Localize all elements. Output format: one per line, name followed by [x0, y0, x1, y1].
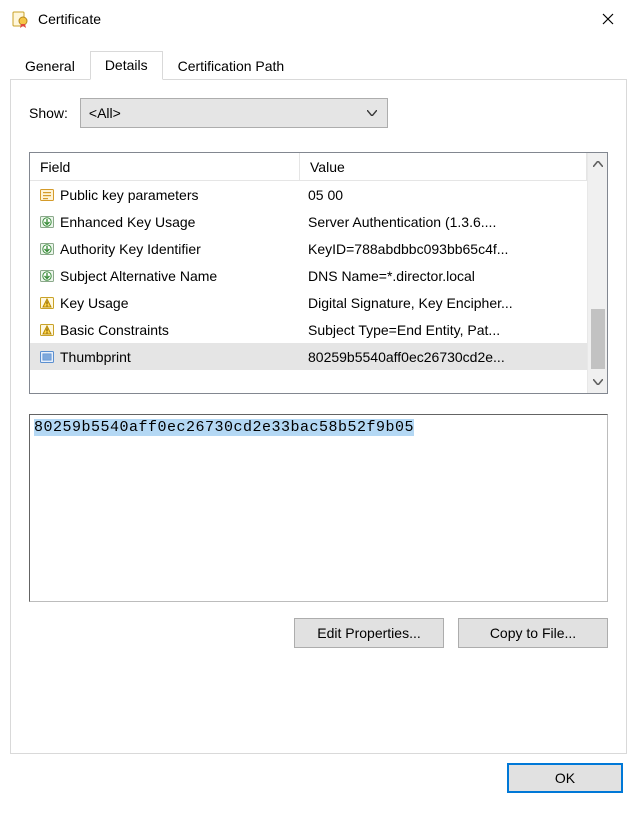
field-value: Digital Signature, Key Encipher... [308, 295, 513, 311]
thumbprint-icon [38, 348, 56, 366]
field-label: Enhanced Key Usage [60, 214, 195, 230]
list-header: Field Value [30, 153, 587, 181]
tab-certification-path[interactable]: Certification Path [163, 52, 300, 80]
edit-properties-button[interactable]: Edit Properties... [294, 618, 444, 648]
field-label: Authority Key Identifier [60, 241, 201, 257]
list-row[interactable]: Key Usage Digital Signature, Key Enciphe… [30, 289, 587, 316]
ext-warn-icon [38, 294, 56, 312]
button-label: OK [555, 770, 575, 786]
ext-arrow-icon [38, 240, 56, 258]
field-value: 80259b5540aff0ec26730cd2e... [308, 349, 505, 365]
list-rows: Public key parameters 05 00 Enhanced Key… [30, 181, 587, 393]
titlebar: Certificate [0, 0, 637, 38]
field-label: Key Usage [60, 295, 128, 311]
button-label: Edit Properties... [317, 625, 421, 641]
window-title: Certificate [38, 11, 585, 27]
list-row[interactable]: Authority Key Identifier KeyID=788abdbbc… [30, 235, 587, 262]
show-select[interactable]: <All> [80, 98, 388, 128]
ok-button[interactable]: OK [507, 763, 623, 793]
show-filter-row: Show: <All> [29, 98, 608, 128]
list-row[interactable]: Basic Constraints Subject Type=End Entit… [30, 316, 587, 343]
tab-label: Details [105, 57, 148, 73]
ext-arrow-icon [38, 213, 56, 231]
header-value[interactable]: Value [300, 153, 587, 181]
scroll-down-icon[interactable] [588, 371, 608, 393]
detail-value-box[interactable]: 80259b5540aff0ec26730cd2e33bac58b52f9b05 [29, 414, 608, 602]
copy-to-file-button[interactable]: Copy to File... [458, 618, 608, 648]
tab-details[interactable]: Details [90, 51, 163, 80]
close-icon [602, 13, 614, 25]
list-scrollbar[interactable] [587, 153, 607, 393]
tab-general[interactable]: General [10, 52, 90, 80]
field-value: KeyID=788abdbbc093bb65c4f... [308, 241, 508, 257]
certificate-icon [10, 9, 30, 29]
scroll-up-icon[interactable] [588, 153, 608, 175]
tab-pane-details: Show: <All> Field Value [10, 79, 627, 754]
field-value: DNS Name=*.director.local [308, 268, 475, 284]
list-row[interactable]: Enhanced Key Usage Server Authentication… [30, 208, 587, 235]
action-buttons: Edit Properties... Copy to File... [29, 618, 608, 648]
tab-label: Certification Path [178, 58, 285, 74]
ext-warn-icon [38, 321, 56, 339]
tabstrip: General Details Certification Path [10, 50, 627, 79]
field-value: Subject Type=End Entity, Pat... [308, 322, 500, 338]
detail-value-text: 80259b5540aff0ec26730cd2e33bac58b52f9b05 [34, 419, 414, 436]
list-row[interactable]: Public key parameters 05 00 [30, 181, 587, 208]
dialog-footer: OK [0, 754, 637, 814]
show-label: Show: [29, 105, 68, 121]
ext-arrow-icon [38, 267, 56, 285]
content-area: General Details Certification Path Show:… [0, 38, 637, 754]
field-value: 05 00 [308, 187, 343, 203]
fields-listbox: Field Value Public key parameters 05 00 [29, 152, 608, 394]
scroll-thumb[interactable] [591, 309, 605, 369]
field-value: Server Authentication (1.3.6.... [308, 214, 496, 230]
certificate-dialog: Certificate General Details Certificatio… [0, 0, 637, 814]
chevron-down-icon [367, 110, 377, 116]
field-label: Subject Alternative Name [60, 268, 217, 284]
show-selected-value: <All> [89, 105, 121, 121]
list-row[interactable]: Subject Alternative Name DNS Name=*.dire… [30, 262, 587, 289]
button-label: Copy to File... [490, 625, 576, 641]
close-button[interactable] [585, 3, 631, 35]
field-label: Thumbprint [60, 349, 131, 365]
field-label: Public key parameters [60, 187, 199, 203]
ext-prop-icon [38, 186, 56, 204]
field-label: Basic Constraints [60, 322, 169, 338]
tab-label: General [25, 58, 75, 74]
header-field[interactable]: Field [30, 153, 300, 181]
list-row[interactable]: Thumbprint 80259b5540aff0ec26730cd2e... [30, 343, 587, 370]
